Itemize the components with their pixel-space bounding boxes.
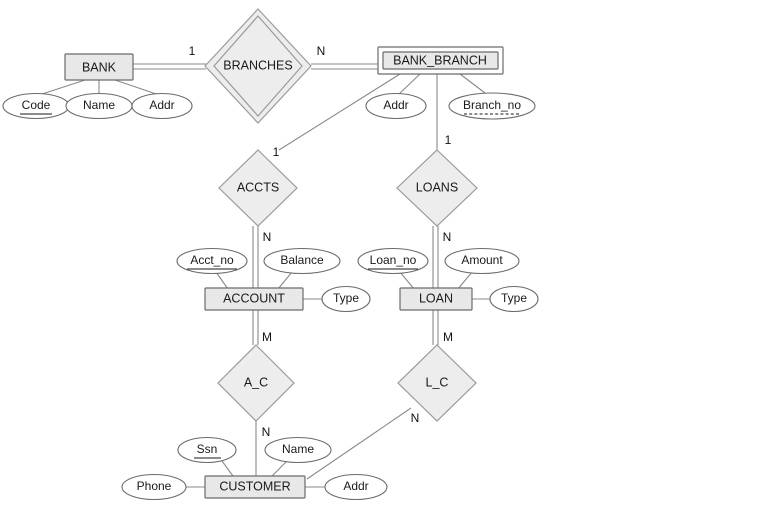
relationship-accts-label: ACCTS: [237, 180, 279, 194]
attribute-loan-type[interactable]: Type: [489, 285, 539, 313]
attribute-bank-addr[interactable]: Addr: [131, 92, 193, 120]
entity-customer-label: CUSTOMER: [219, 479, 290, 493]
cardinality-branches-right: N: [317, 44, 326, 58]
relationship-l-c[interactable]: L_C: [397, 344, 477, 422]
cardinality-a-c-bottom: N: [262, 425, 271, 439]
cardinality-a-c-top: M: [262, 330, 272, 344]
attribute-amount-label: Amount: [461, 253, 503, 267]
connector-account-ac: [252, 310, 259, 345]
cardinality-accts-bottom: N: [263, 230, 272, 244]
relationship-a-c-label: A_C: [244, 375, 268, 389]
attribute-phone-label: Phone: [137, 479, 172, 493]
connector-accts-account: [252, 226, 259, 289]
er-diagram-canvas: BANK Code Name Addr BRANCHES 1 N BANK_BR…: [0, 0, 773, 516]
attribute-ssn-label: Ssn: [197, 442, 218, 456]
attribute-acct-no[interactable]: Acct_no: [176, 247, 248, 275]
attribute-bank-name-label: Name: [83, 98, 115, 112]
attribute-customer-name-label: Name: [282, 442, 314, 456]
entity-account[interactable]: ACCOUNT: [204, 287, 304, 311]
attribute-bank-addr-label: Addr: [149, 98, 174, 112]
entity-loan[interactable]: LOAN: [399, 287, 473, 311]
attribute-account-type[interactable]: Type: [321, 285, 371, 313]
relationship-accts[interactable]: ACCTS: [218, 149, 298, 227]
cardinality-loans-bottom: N: [443, 230, 452, 244]
attribute-balance-label: Balance: [280, 253, 324, 267]
connector-layer: [35, 63, 490, 488]
entity-loan-label: LOAN: [419, 291, 453, 305]
attribute-branch-no-label: Branch_no: [463, 98, 521, 112]
attribute-customer-addr-label: Addr: [343, 479, 368, 493]
attribute-phone[interactable]: Phone: [121, 473, 187, 501]
relationship-l-c-label: L_C: [426, 375, 449, 389]
attribute-balance[interactable]: Balance: [263, 247, 341, 275]
connector-bank-branches: [133, 63, 206, 70]
entity-account-label: ACCOUNT: [223, 291, 285, 305]
attribute-customer-name[interactable]: Name: [264, 436, 332, 464]
entity-bank-branch-label: BANK_BRANCH: [393, 53, 487, 67]
cardinality-l-c-bottom: N: [411, 411, 420, 425]
attribute-branch-no[interactable]: Branch_no: [448, 92, 536, 120]
attribute-loan-no[interactable]: Loan_no: [357, 247, 429, 275]
entity-customer[interactable]: CUSTOMER: [204, 475, 306, 499]
connector-loan-lc: [432, 310, 439, 345]
connector-branches-bankbranch: [311, 63, 378, 70]
entity-bank-label: BANK: [82, 60, 117, 74]
cardinality-accts-top: 1: [273, 145, 280, 159]
attribute-loan-type-label: Type: [501, 291, 527, 305]
attribute-branch-addr[interactable]: Addr: [365, 92, 427, 120]
relationship-branches-label: BRANCHES: [223, 58, 292, 72]
cardinality-l-c-top: M: [443, 330, 453, 344]
attribute-bank-code-label: Code: [22, 98, 51, 112]
entity-bank-branch[interactable]: BANK_BRANCH: [377, 46, 504, 75]
relationship-branches[interactable]: BRANCHES: [204, 8, 312, 124]
relationship-loans[interactable]: LOANS: [396, 149, 478, 227]
cardinality-branches-left: 1: [189, 44, 196, 58]
er-diagram-svg: BANK Code Name Addr BRANCHES 1 N BANK_BR…: [2, 8, 539, 501]
attribute-ssn[interactable]: Ssn: [177, 436, 237, 464]
attribute-bank-code[interactable]: Code: [2, 92, 70, 120]
attribute-customer-addr[interactable]: Addr: [324, 473, 388, 501]
attribute-loan-no-label: Loan_no: [370, 253, 417, 267]
relationship-loans-label: LOANS: [416, 180, 458, 194]
entity-bank[interactable]: BANK: [64, 53, 134, 81]
attribute-account-type-label: Type: [333, 291, 359, 305]
attribute-branch-addr-label: Addr: [383, 98, 408, 112]
attribute-acct-no-label: Acct_no: [190, 253, 234, 267]
cardinality-loans-top: 1: [445, 133, 452, 147]
connector-loans-loan: [432, 226, 439, 289]
relationship-a-c[interactable]: A_C: [217, 344, 295, 422]
attribute-bank-name[interactable]: Name: [65, 92, 133, 120]
attribute-amount[interactable]: Amount: [444, 247, 520, 275]
